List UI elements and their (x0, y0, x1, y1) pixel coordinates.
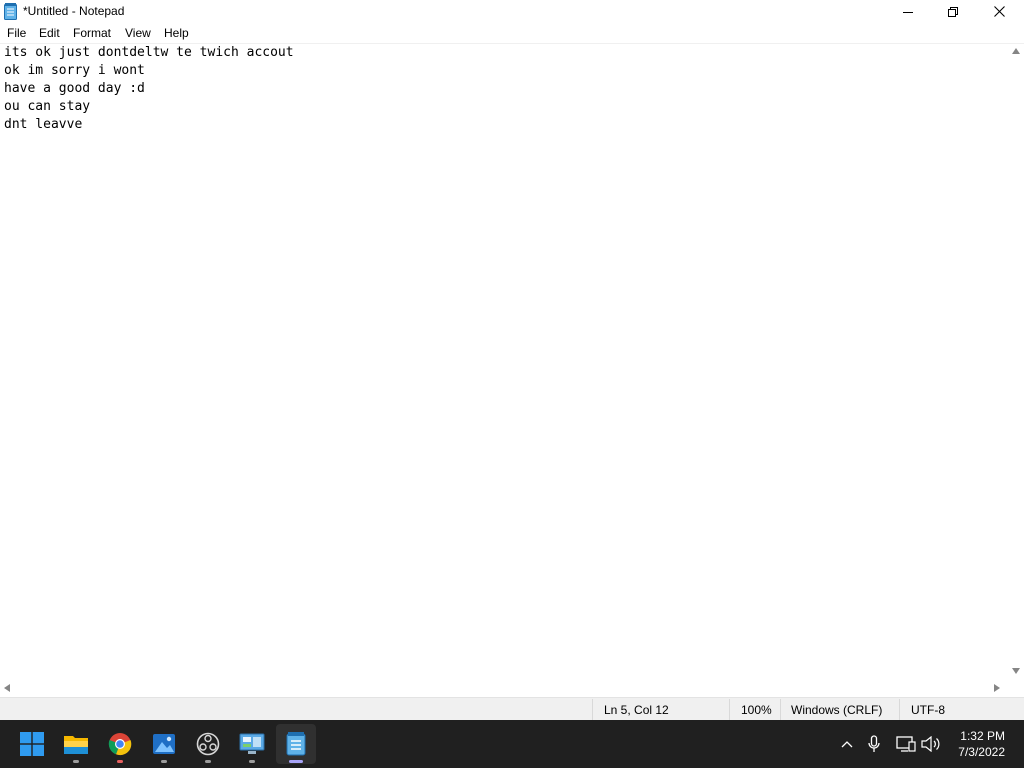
horizontal-scrollbar[interactable] (0, 680, 1008, 697)
close-icon (993, 6, 1005, 17)
taskbar-notepad[interactable] (276, 724, 316, 764)
menu-format[interactable]: Format (73, 26, 111, 40)
notepad-icon (4, 3, 17, 20)
running-indicator (161, 760, 167, 763)
control-panel-icon (239, 733, 265, 754)
status-separator (729, 699, 730, 720)
chevron-up-icon (841, 741, 853, 748)
clock[interactable]: 1:32 PM 7/3/2022 (958, 728, 1005, 760)
microphone-button[interactable] (864, 734, 884, 754)
clock-date: 7/3/2022 (958, 745, 1005, 759)
display-icon (896, 736, 916, 752)
minimize-icon (903, 11, 913, 13)
text-line-2: ok im sorry i wont (4, 63, 145, 78)
taskbar: 1:32 PM 7/3/2022 (0, 720, 1024, 768)
clock-time: 1:32 PM (960, 729, 1005, 743)
show-hidden-icons-button[interactable] (837, 734, 857, 754)
text-line-3: have a good day :d (4, 81, 145, 96)
status-zoom: 100% (741, 703, 772, 717)
photos-icon (153, 734, 175, 754)
taskbar-chrome[interactable] (100, 724, 140, 764)
title-bar[interactable]: *Untitled - Notepad (0, 0, 1024, 23)
status-separator (592, 699, 593, 720)
taskbar-file-explorer[interactable] (56, 724, 96, 764)
menu-edit[interactable]: Edit (39, 26, 60, 40)
scroll-down-arrow-icon[interactable] (1012, 668, 1020, 674)
network-button[interactable] (896, 734, 916, 754)
taskbar-control-panel[interactable] (232, 724, 272, 764)
scrollbar-corner (1008, 680, 1024, 697)
window-title: *Untitled - Notepad (23, 4, 125, 18)
running-indicator (205, 760, 211, 763)
folder-icon (64, 736, 88, 754)
volume-icon (921, 736, 940, 752)
taskbar-obs[interactable] (188, 724, 228, 764)
windows-logo-icon (20, 732, 44, 756)
restore-button[interactable] (930, 0, 976, 23)
running-indicator (73, 760, 79, 763)
text-line-5: dnt leavve (4, 117, 83, 132)
taskbar-photos[interactable] (144, 724, 184, 764)
status-separator (780, 699, 781, 720)
menu-help[interactable]: Help (164, 26, 189, 40)
scroll-left-arrow-icon[interactable] (4, 684, 10, 692)
status-line-ending: Windows (CRLF) (791, 703, 883, 717)
text-editor[interactable]: its ok just dontdeltw te twich accout ok… (0, 44, 1007, 679)
running-indicator (117, 760, 123, 763)
text-line-1: its ok just dontdeltw te twich accout (4, 45, 294, 60)
status-encoding: UTF-8 (911, 703, 945, 717)
start-button[interactable] (12, 724, 52, 764)
menu-bar: File Edit Format View Help (0, 23, 1024, 43)
close-button[interactable] (976, 0, 1022, 23)
minimize-button[interactable] (885, 0, 931, 23)
menu-file[interactable]: File (7, 26, 26, 40)
active-indicator (289, 760, 303, 763)
obs-icon (196, 732, 220, 756)
restore-icon (948, 6, 958, 17)
text-line-4: ou can stay (4, 99, 91, 114)
status-separator (899, 699, 900, 720)
status-bar: Ln 5, Col 12 100% Windows (CRLF) UTF-8 (0, 697, 1024, 720)
notepad-icon (286, 732, 306, 756)
menu-view[interactable]: View (125, 26, 151, 40)
scroll-up-arrow-icon[interactable] (1012, 48, 1020, 54)
scroll-right-arrow-icon[interactable] (994, 684, 1000, 692)
vertical-scrollbar[interactable] (1008, 44, 1024, 679)
volume-button[interactable] (921, 734, 941, 754)
status-position: Ln 5, Col 12 (604, 703, 669, 717)
microphone-icon (868, 735, 880, 752)
running-indicator (249, 760, 255, 763)
chrome-icon (108, 733, 132, 756)
